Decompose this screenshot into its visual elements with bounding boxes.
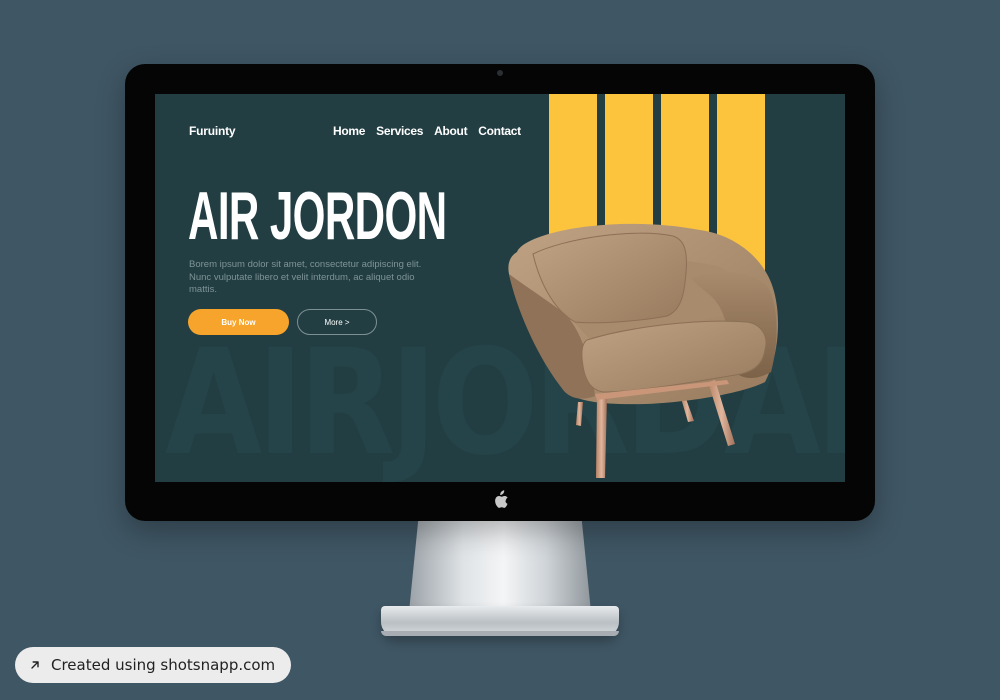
brand-logo[interactable]: Furuinty (189, 124, 236, 138)
website-screen: AIRJORDAN Furuinty Home Services About C… (155, 94, 845, 482)
created-with-badge[interactable]: Created using shotsnapp.com (15, 647, 292, 683)
nav-about[interactable]: About (434, 124, 467, 138)
nav-home[interactable]: Home (333, 124, 365, 138)
badge-label: Created using shotsnapp.com (51, 656, 276, 674)
camera-icon (497, 70, 503, 76)
nav-contact[interactable]: Contact (478, 124, 521, 138)
main-nav: Home Services About Contact (333, 124, 521, 138)
buy-now-button[interactable]: Buy Now (188, 309, 289, 335)
monitor-frame: AIRJORDAN Furuinty Home Services About C… (125, 64, 875, 521)
hero-description: Borem ipsum dolor sit amet, consectetur … (189, 259, 422, 295)
nav-services[interactable]: Services (376, 124, 423, 138)
monitor-stand-base (381, 606, 619, 636)
more-button[interactable]: More > (297, 309, 377, 335)
hero-title: AIR JORDON (188, 178, 447, 254)
arrow-up-right-icon (31, 661, 39, 669)
apple-logo-icon (495, 490, 508, 508)
armchair-image (508, 223, 779, 478)
